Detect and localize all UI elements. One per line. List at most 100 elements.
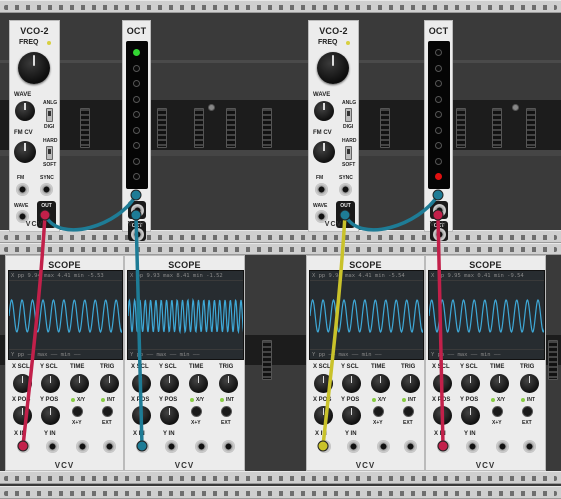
y-scale-knob[interactable] — [160, 374, 179, 393]
xy-mode-button[interactable] — [373, 406, 384, 417]
fmcv-label: FM CV — [14, 130, 33, 136]
trig-jack[interactable] — [496, 440, 509, 453]
x-pos-knob[interactable] — [132, 406, 151, 425]
x-pos-knob[interactable] — [13, 406, 32, 425]
time-knob[interactable] — [189, 374, 208, 393]
wave-knob[interactable] — [314, 101, 334, 121]
time-label: TIME — [189, 364, 204, 370]
time-knob[interactable] — [490, 374, 509, 393]
anlg-label: ANLG — [342, 100, 357, 106]
scope-stats-x: X pp 9.93 max 8.41 min -1.52 — [128, 271, 243, 281]
freq-knob[interactable] — [317, 52, 349, 84]
oct-display — [428, 41, 450, 189]
octave-led — [435, 142, 442, 149]
ext-trig-jack[interactable] — [523, 440, 536, 453]
x-in-jack[interactable] — [136, 440, 149, 453]
scope-module[interactable]: SCOPE X pp 9.94 max 4.41 min -5.53 Y pp … — [5, 255, 124, 471]
scope-module[interactable]: SCOPE X pp 9.94 max 4.41 min -5.54 Y pp … — [306, 255, 425, 471]
oct-out-jack[interactable] — [433, 228, 446, 241]
hard-soft-switch[interactable] — [46, 146, 53, 160]
time-label: TIME — [371, 364, 386, 370]
y-pos-knob[interactable] — [461, 406, 480, 425]
x-in-jack[interactable] — [318, 440, 331, 453]
xy-mode-button[interactable] — [492, 406, 503, 417]
fm-cv-knob[interactable] — [313, 141, 335, 163]
module-title: OCT — [428, 26, 449, 36]
time-knob[interactable] — [70, 374, 89, 393]
in-jack[interactable] — [131, 204, 144, 217]
sync-jack[interactable] — [40, 183, 53, 196]
ext-label: EXT — [522, 420, 532, 426]
x-in-jack[interactable] — [437, 440, 450, 453]
y-scale-knob[interactable] — [41, 374, 60, 393]
xy-led — [71, 398, 75, 402]
x-scale-knob[interactable] — [314, 374, 333, 393]
x-scale-knob[interactable] — [132, 374, 151, 393]
ext-trig-jack[interactable] — [222, 440, 235, 453]
fm-jack[interactable] — [16, 183, 29, 196]
trig-knob[interactable] — [219, 374, 238, 393]
oct-module[interactable]: OCT IN OCT VCV — [122, 20, 151, 241]
scope-waveform — [128, 297, 243, 335]
y-in-jack[interactable] — [466, 440, 479, 453]
y-pos-knob[interactable] — [342, 406, 361, 425]
x-in-jack[interactable] — [17, 440, 30, 453]
xy-led — [491, 398, 495, 402]
module-title: SCOPE — [168, 260, 201, 270]
rack-canvas[interactable]: VCO-2 FREQ WAVE ANLG DIGI FM CV HARD SOF… — [0, 0, 561, 499]
int-ext-button[interactable] — [102, 406, 113, 417]
vco-module[interactable]: VCO-2 FREQ WAVE ANLG DIGI FM CV HARD SOF… — [9, 20, 60, 232]
ext-label: EXT — [221, 420, 231, 426]
xy-mode-button[interactable] — [72, 406, 83, 417]
y-in-jack[interactable] — [165, 440, 178, 453]
hard-label: HARD — [43, 138, 58, 144]
fm-label: FM — [17, 175, 25, 181]
time-knob[interactable] — [371, 374, 390, 393]
hard-soft-switch[interactable] — [345, 146, 352, 160]
octave-led — [435, 126, 442, 134]
vco-module[interactable]: VCO-2 FREQ WAVE ANLG DIGI FM CV HARD SOF… — [308, 20, 359, 232]
vcv-logo: VCV — [429, 221, 448, 228]
fm-cv-knob[interactable] — [14, 141, 36, 163]
x-pos-knob[interactable] — [314, 406, 333, 425]
y-pos-knob[interactable] — [41, 406, 60, 425]
trig-knob[interactable] — [520, 374, 539, 393]
wave-knob[interactable] — [15, 101, 35, 121]
trig-jack[interactable] — [377, 440, 390, 453]
x-scale-knob[interactable] — [433, 374, 452, 393]
trig-jack[interactable] — [195, 440, 208, 453]
xpos-label: X POS — [313, 397, 332, 403]
scope-module[interactable]: SCOPE X pp 9.93 max 8.41 min -1.52 Y pp … — [124, 255, 245, 471]
freq-label: FREQ — [19, 39, 39, 46]
y-in-jack[interactable] — [347, 440, 360, 453]
trig-knob[interactable] — [401, 374, 420, 393]
y-scale-knob[interactable] — [461, 374, 480, 393]
anlg-digi-switch[interactable] — [46, 108, 53, 122]
fm-label: FM — [316, 175, 324, 181]
oct-module[interactable]: OCT IN OCT VCV — [424, 20, 453, 241]
sync-jack[interactable] — [339, 183, 352, 196]
y-pos-knob[interactable] — [160, 406, 179, 425]
scope-module[interactable]: SCOPE X pp 9.95 max 0.41 min -9.54 Y pp … — [425, 255, 546, 471]
int-ext-button[interactable] — [221, 406, 232, 417]
vcv-logo: VCV — [127, 221, 146, 228]
trig-jack[interactable] — [76, 440, 89, 453]
freq-knob[interactable] — [18, 52, 50, 84]
fm-jack[interactable] — [315, 183, 328, 196]
rack-rail — [0, 243, 561, 255]
ext-trig-jack[interactable] — [103, 440, 116, 453]
xin-label: X IN — [315, 431, 327, 437]
xy-mode-button[interactable] — [191, 406, 202, 417]
in-jack[interactable] — [433, 204, 446, 217]
x-pos-knob[interactable] — [433, 406, 452, 425]
y-scale-knob[interactable] — [342, 374, 361, 393]
int-ext-button[interactable] — [522, 406, 533, 417]
int-ext-button[interactable] — [403, 406, 414, 417]
oct-out-jack[interactable] — [131, 228, 144, 241]
anlg-digi-switch[interactable] — [345, 108, 352, 122]
out-label: OUT — [41, 203, 52, 209]
trig-knob[interactable] — [100, 374, 119, 393]
x-scale-knob[interactable] — [13, 374, 32, 393]
ext-trig-jack[interactable] — [404, 440, 417, 453]
y-in-jack[interactable] — [46, 440, 59, 453]
